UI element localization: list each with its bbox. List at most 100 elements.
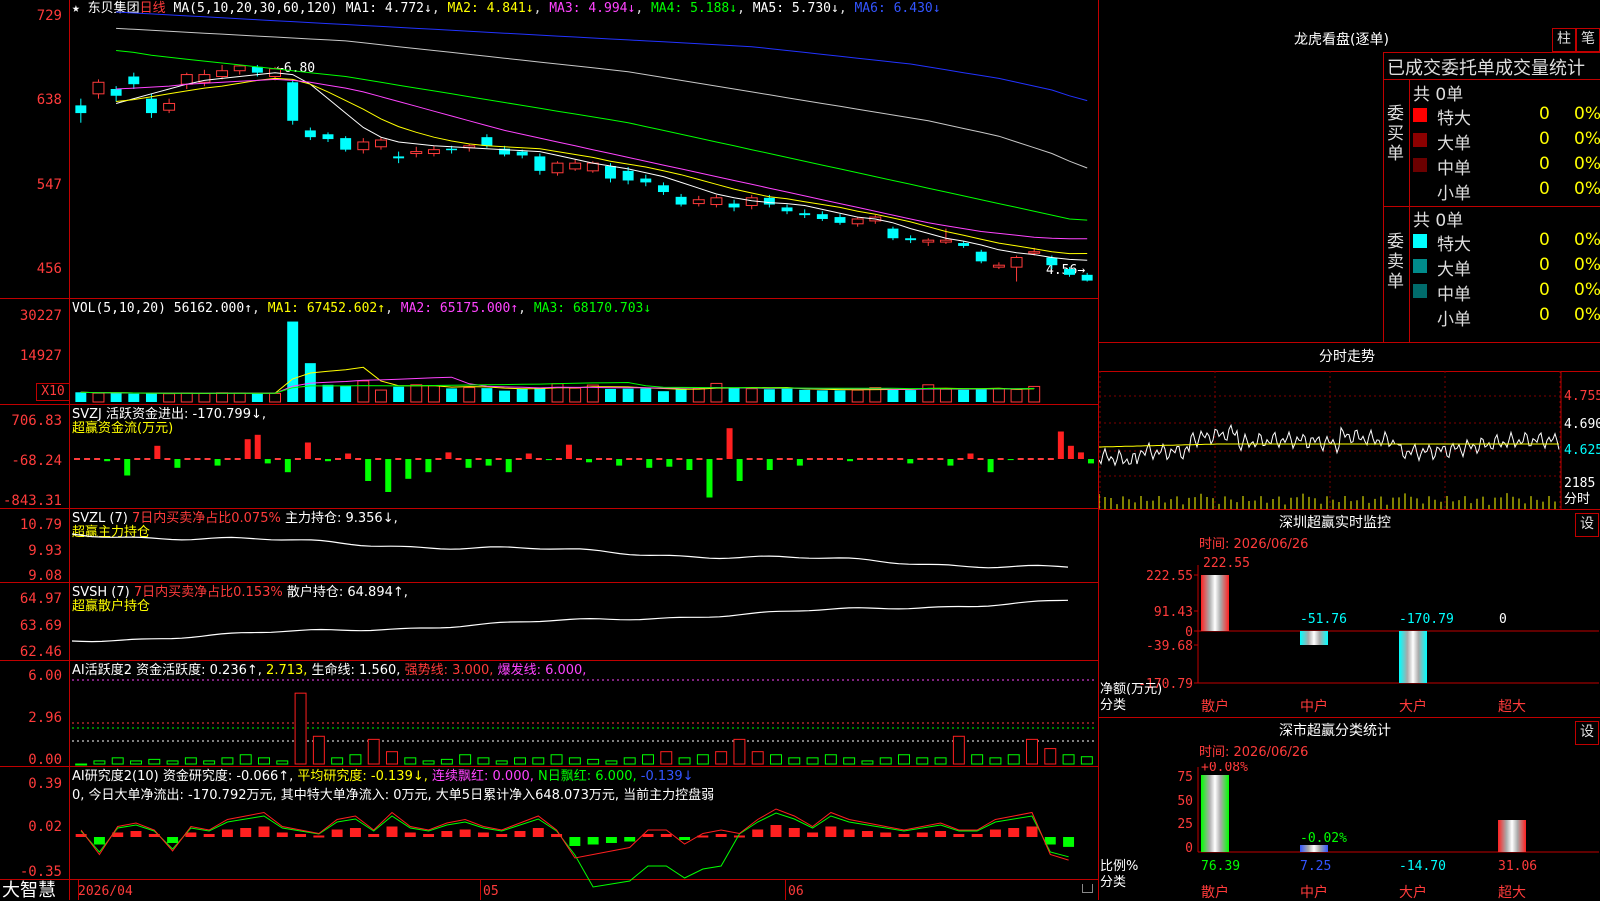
cls-top-label: +0.08%	[1201, 762, 1248, 775]
svzj-bar	[897, 458, 904, 460]
svzj-bar	[977, 458, 984, 460]
ai1-bar	[440, 758, 453, 765]
ai1-bar	[550, 754, 563, 765]
ai1-bar	[221, 757, 234, 765]
ai2-bar	[313, 835, 325, 838]
ai2-bar	[989, 829, 1001, 837]
candle-body	[110, 89, 122, 96]
svzj-bar	[304, 442, 311, 459]
svzj-bar	[867, 458, 874, 460]
volume-bar	[180, 392, 193, 403]
svzj-bar	[555, 458, 562, 460]
lhb-title: 龙虎看盘(逐单)	[1294, 32, 1389, 48]
svzj-bar	[887, 458, 894, 460]
svzj-bar	[445, 452, 452, 459]
ai2-bar	[331, 829, 343, 837]
brand-logo: 大智慧	[2, 880, 56, 901]
divider	[1383, 52, 1600, 53]
ai2-bar	[496, 834, 508, 837]
ai1-bar	[678, 757, 691, 765]
svzj-bar	[244, 439, 251, 459]
volume-bar	[763, 389, 775, 402]
svzj-bar	[294, 458, 301, 460]
ai2-bar	[93, 837, 105, 845]
svzj-bar	[1087, 459, 1094, 464]
intraday-axis-label: 4.625	[1564, 443, 1600, 458]
volume-bar	[939, 388, 952, 403]
svzj-bar	[164, 458, 171, 460]
bar-view-button[interactable]: 柱	[1552, 28, 1576, 52]
ai1-bar	[166, 760, 179, 765]
order-row-value: 0	[1539, 104, 1550, 124]
candle-body	[304, 130, 316, 138]
order-row-value: 0	[1539, 280, 1550, 300]
svzj-bar	[535, 458, 542, 460]
candle-body	[905, 238, 917, 241]
ai1-bar	[843, 757, 856, 765]
order-color-swatch	[1413, 133, 1427, 147]
svzj-bar	[646, 459, 653, 468]
svzj-bar	[706, 459, 713, 498]
lock-icon[interactable]	[1082, 884, 1093, 893]
candle-body	[534, 156, 546, 171]
ai1-bar	[1007, 754, 1020, 765]
ai2-bar	[221, 829, 233, 837]
svzj-bar	[1057, 431, 1064, 459]
svzj-bar	[877, 458, 884, 460]
ai2-bar	[203, 834, 215, 837]
ai2-bar	[971, 834, 983, 837]
intraday-title: 分时走势	[1319, 349, 1375, 365]
ai2-bar	[404, 832, 416, 837]
order-row-percent: 0%	[1574, 179, 1600, 199]
tick-view-button[interactable]: 笔	[1576, 28, 1600, 52]
svzj-bar	[74, 458, 81, 460]
ma-line-ma1	[115, 72, 1088, 261]
kline-svg[interactable]	[0, 0, 1098, 900]
order-row-name: 小单	[1437, 310, 1471, 330]
cls-bar-super	[1498, 820, 1526, 852]
ai1-bar	[568, 757, 581, 765]
sell-total: 共 0单	[1413, 211, 1464, 231]
candle-body	[586, 162, 599, 172]
ma-line-ma2	[116, 77, 1088, 255]
ai2-bar	[1008, 828, 1020, 837]
svsh-line	[71, 599, 1069, 643]
ai2-bar	[569, 837, 581, 846]
order-color-swatch	[1413, 234, 1427, 248]
svzj-bar	[565, 444, 572, 459]
volume-bar	[251, 393, 263, 402]
ai2-bar	[587, 837, 599, 845]
svzj-bar	[94, 458, 101, 460]
intraday-chart[interactable]	[1099, 371, 1600, 509]
ai1-bar	[642, 754, 654, 765]
ai2-bar	[953, 834, 965, 837]
candle-body	[569, 162, 582, 170]
volume-bar	[622, 388, 634, 402]
svzj-bar	[947, 459, 954, 466]
ai1-bar	[733, 738, 746, 765]
volume-bar	[851, 389, 864, 403]
ai2-bar	[788, 828, 800, 837]
candle-body	[799, 213, 811, 216]
order-row-percent: 0%	[1574, 305, 1600, 325]
ai1-bar	[349, 754, 362, 765]
order-row-name: 中单	[1437, 285, 1471, 305]
ai1-bar	[715, 751, 728, 765]
candle-body	[834, 217, 846, 223]
candle-body	[145, 98, 157, 114]
stat-title: 已成交委托单成交量统计	[1387, 58, 1585, 79]
sz-settings-button[interactable]: 设	[1575, 513, 1599, 537]
kline-chart-panel[interactable]: 729 638 547 456 30227 14927 X10 706.83 -…	[0, 0, 1099, 901]
ai2-bar	[167, 837, 179, 843]
svzj-bar	[806, 458, 813, 460]
svzj-bar	[505, 459, 512, 473]
cls-settings-button[interactable]: 设	[1575, 721, 1599, 745]
candle-body	[374, 139, 387, 148]
ai1-bar	[148, 758, 161, 765]
svzj-bar	[84, 458, 91, 460]
sz-bar-value: 222.55	[1203, 556, 1250, 571]
svzj-bar	[515, 458, 522, 460]
svzj-bar	[736, 459, 743, 481]
sz-category: 超大	[1498, 699, 1526, 715]
divider	[1383, 52, 1384, 342]
